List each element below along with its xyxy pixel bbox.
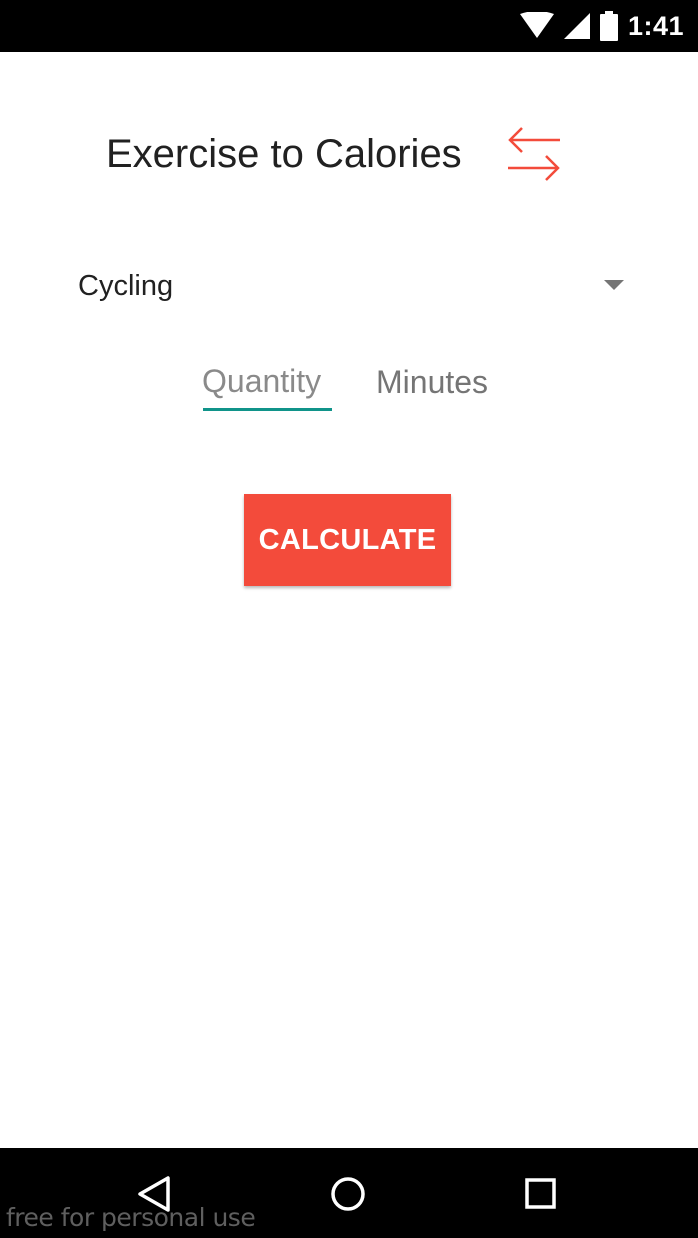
battery-icon xyxy=(599,11,618,41)
cell-signal-icon xyxy=(563,13,590,39)
calculate-button[interactable]: CALCULATE xyxy=(244,494,451,586)
home-icon xyxy=(331,1177,365,1211)
app-content: Exercise to Calories Cycling Minutes CAL… xyxy=(0,52,698,1148)
page-title: Exercise to Calories xyxy=(106,132,462,176)
nav-home-button[interactable] xyxy=(324,1174,372,1214)
quantity-field[interactable] xyxy=(202,358,334,414)
quantity-underline xyxy=(203,408,332,411)
status-time: 1:41 xyxy=(627,10,684,41)
status-icons: 1:41 xyxy=(519,0,684,52)
status-bar: 1:41 xyxy=(0,0,698,52)
nav-recent-button[interactable] xyxy=(516,1174,564,1214)
wifi-icon xyxy=(519,12,554,38)
exercise-spinner-value: Cycling xyxy=(78,270,174,302)
recent-apps-icon xyxy=(525,1178,556,1209)
swap-button[interactable] xyxy=(500,122,568,192)
dropdown-triangle-icon xyxy=(604,280,624,290)
swap-arrows-icon xyxy=(508,127,560,181)
watermark-text: free for personal use xyxy=(6,1203,256,1232)
exercise-spinner[interactable]: Cycling xyxy=(62,260,636,316)
quantity-input[interactable] xyxy=(202,358,332,404)
title-row: Exercise to Calories xyxy=(0,122,698,192)
unit-label: Minutes xyxy=(376,364,489,400)
